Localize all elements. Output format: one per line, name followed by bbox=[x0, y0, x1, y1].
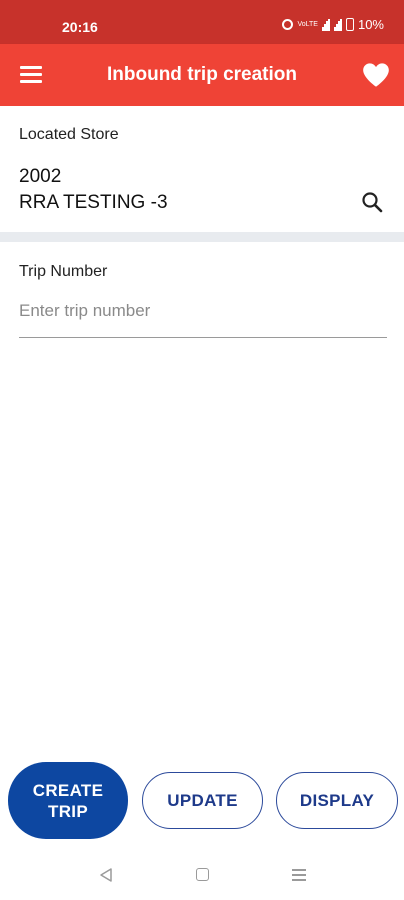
store-name: RRA TESTING -3 bbox=[19, 192, 168, 213]
triangle-back-icon[interactable] bbox=[98, 867, 114, 883]
square-home-icon[interactable] bbox=[196, 868, 209, 881]
trip-number-input[interactable] bbox=[19, 296, 387, 338]
battery-icon bbox=[345, 18, 354, 31]
create-trip-button[interactable]: CREATE TRIP bbox=[8, 762, 128, 839]
system-nav-bar bbox=[0, 850, 404, 900]
store-code: 2002 bbox=[19, 166, 62, 187]
located-store-section: Located Store 2002 RRA TESTING -3 bbox=[0, 106, 404, 232]
search-icon[interactable] bbox=[360, 190, 384, 214]
section-divider bbox=[0, 232, 404, 242]
alarm-icon bbox=[282, 19, 294, 30]
page-title: Inbound trip creation bbox=[107, 64, 297, 85]
status-time: 20:16 bbox=[62, 19, 98, 35]
update-button[interactable]: UPDATE bbox=[142, 772, 263, 829]
signal-icon bbox=[321, 18, 330, 31]
trip-number-label: Trip Number bbox=[19, 263, 108, 280]
display-button[interactable]: DISPLAY bbox=[276, 772, 398, 829]
heart-icon[interactable] bbox=[362, 62, 390, 88]
status-bar: 20:16 VoLTE 10% bbox=[0, 0, 404, 44]
signal-icon-2 bbox=[333, 18, 342, 31]
status-icons: VoLTE 10% bbox=[282, 17, 384, 32]
menu-lines-icon[interactable] bbox=[292, 869, 306, 881]
battery-percent: 10% bbox=[357, 17, 384, 32]
app-bar: Inbound trip creation bbox=[0, 44, 404, 106]
located-store-label: Located Store bbox=[19, 126, 119, 143]
network-type-label: VoLTE bbox=[297, 21, 318, 28]
